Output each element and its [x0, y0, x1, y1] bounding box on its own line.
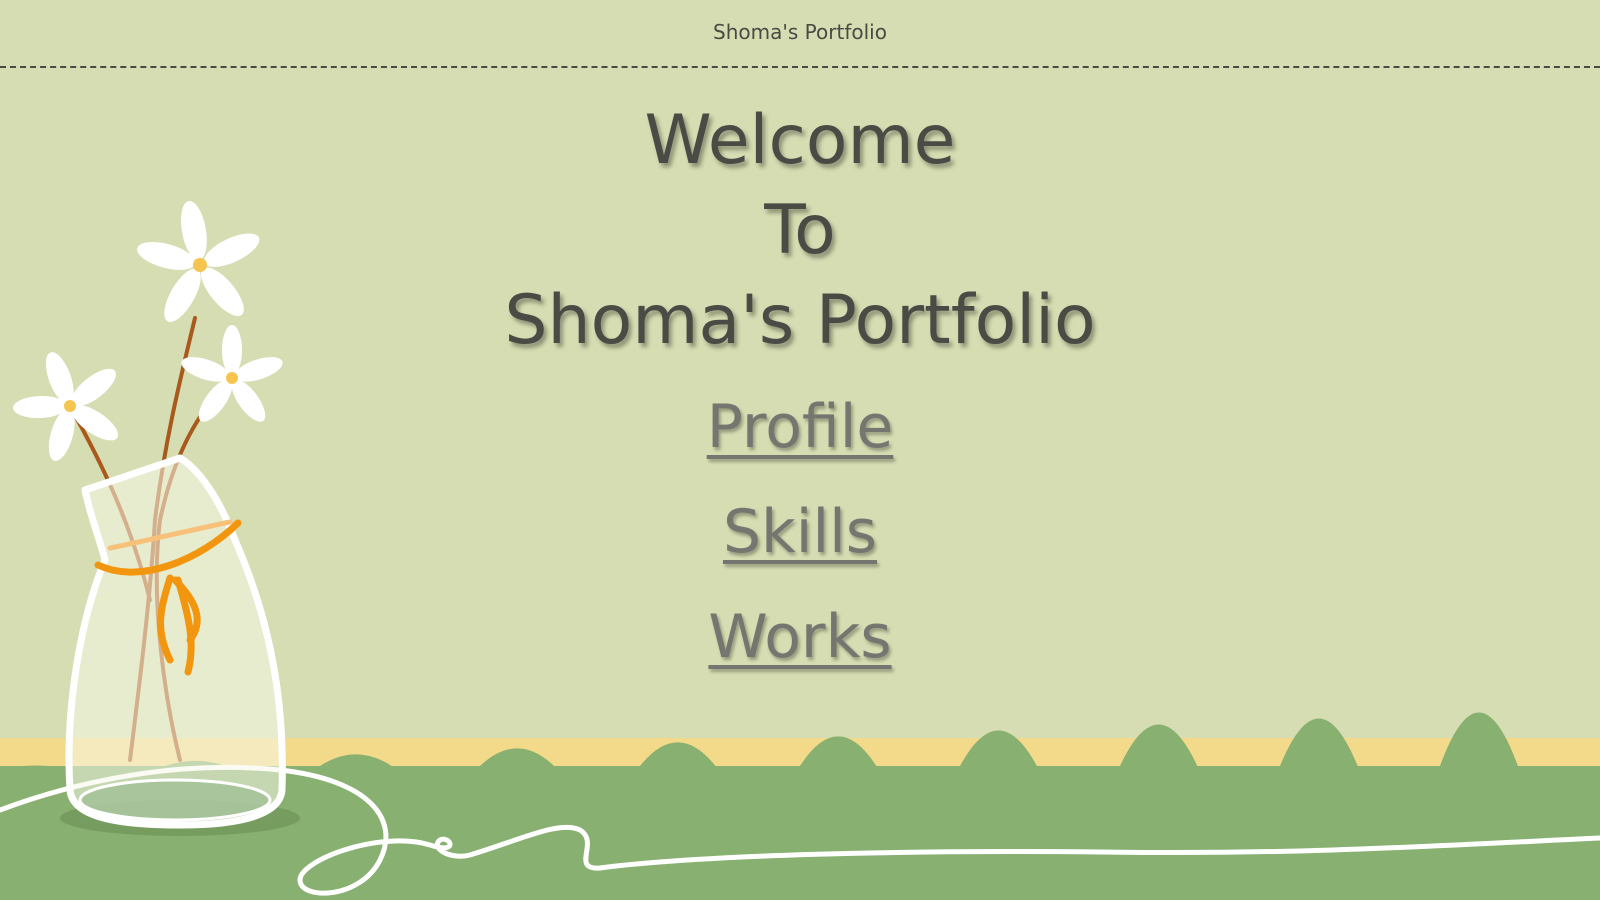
- welcome-heading: Welcome To Shoma's Portfolio: [0, 96, 1600, 366]
- welcome-line-2: To: [764, 191, 836, 270]
- main-nav: Profile Skills Works: [0, 392, 1600, 707]
- welcome-line-1: Welcome: [644, 101, 956, 180]
- site-header: Shoma's Portfolio: [0, 0, 1600, 68]
- table-edge: [0, 738, 1600, 768]
- cord-line-icon: [0, 764, 1600, 896]
- table-edge-grass: [0, 712, 1600, 829]
- skills-link[interactable]: Skills: [723, 497, 877, 567]
- profile-link[interactable]: Profile: [707, 392, 894, 462]
- nav-item-skills: Skills: [0, 497, 1600, 602]
- vase-bottom: [78, 778, 272, 822]
- nav-item-works: Works: [0, 602, 1600, 707]
- table-top: [0, 766, 1600, 900]
- vase-shadow: [60, 800, 300, 836]
- welcome-line-3: Shoma's Portfolio: [504, 281, 1096, 360]
- header-title: Shoma's Portfolio: [713, 20, 887, 44]
- works-link[interactable]: Works: [708, 602, 891, 672]
- nav-item-profile: Profile: [0, 392, 1600, 497]
